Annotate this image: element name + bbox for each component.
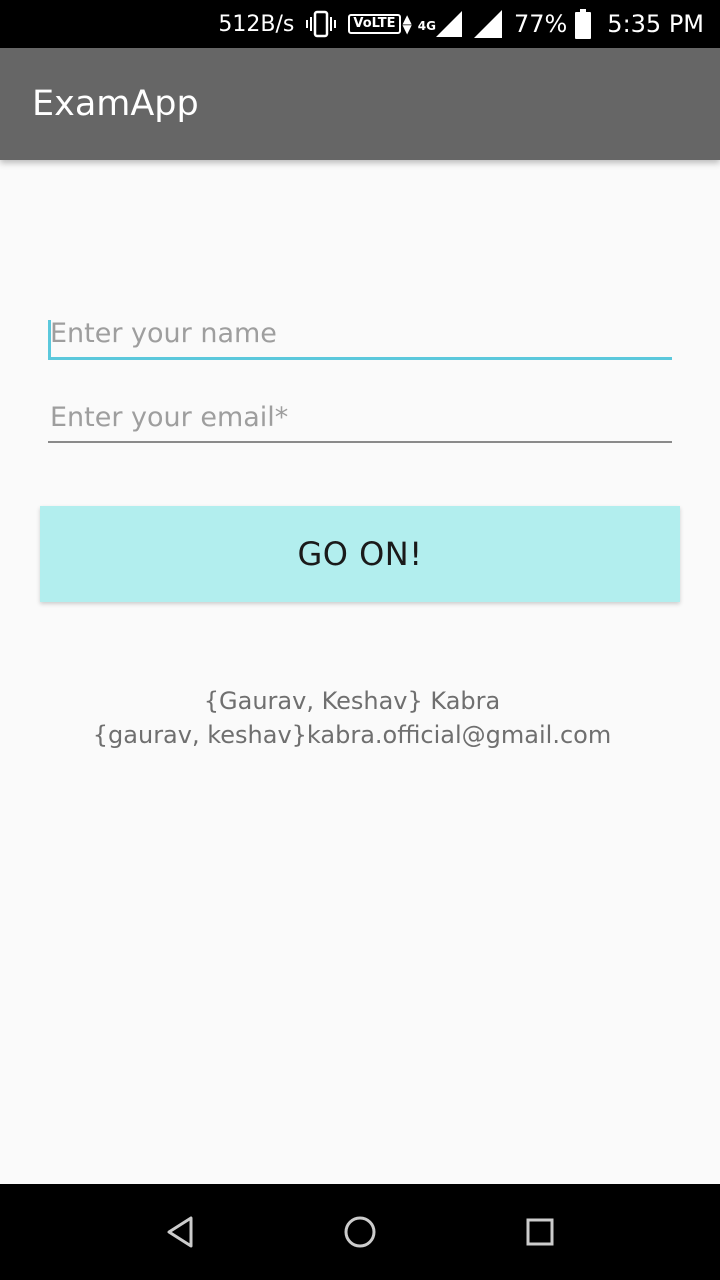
credits-email: {gaurav, keshav}kabra.official@gmail.com (92, 721, 612, 749)
volte-indicator: VoLTE ▲ ▼ (348, 12, 412, 36)
vibrate-icon (306, 10, 337, 38)
network-speed: 512B/s (218, 11, 295, 37)
email-field-container (48, 402, 672, 443)
credits-names: {Gaurav, Keshav} Kabra (203, 687, 501, 715)
email-input[interactable] (48, 402, 672, 441)
app-title: ExamApp (32, 84, 199, 124)
back-icon (167, 1216, 193, 1248)
navigation-bar (0, 1184, 720, 1280)
home-button[interactable] (340, 1212, 380, 1252)
volte-badge: VoLTE (348, 14, 401, 34)
screen: 512B/s VoLTE ▲ ▼ 4G 77% 5:35 PM ExamApp … (0, 0, 720, 1280)
name-field-container (48, 318, 672, 360)
app-bar: ExamApp (0, 48, 720, 160)
clock: 5:35 PM (607, 10, 704, 38)
recents-icon (526, 1218, 554, 1246)
email-input-underline (48, 441, 672, 443)
go-on-button[interactable]: GO ON! (40, 506, 680, 602)
signal-icon (435, 11, 462, 37)
signal-icon-4g: 4G (416, 11, 462, 37)
name-input-underline (48, 357, 672, 360)
signal-icon (473, 10, 502, 38)
battery-percent: 77% (513, 10, 568, 38)
network-type-label: 4G (417, 19, 436, 33)
recents-button[interactable] (520, 1212, 560, 1252)
back-button[interactable] (160, 1212, 200, 1252)
status-bar: 512B/s VoLTE ▲ ▼ 4G 77% 5:35 PM (0, 0, 720, 48)
battery-icon (575, 9, 592, 39)
name-input[interactable] (48, 318, 672, 357)
credits: {Gaurav, Keshav} Kabra {gaurav, keshav}k… (0, 684, 704, 752)
home-icon (344, 1216, 376, 1248)
data-activity-icon: ▲ ▼ (402, 12, 412, 36)
text-cursor (48, 320, 51, 358)
